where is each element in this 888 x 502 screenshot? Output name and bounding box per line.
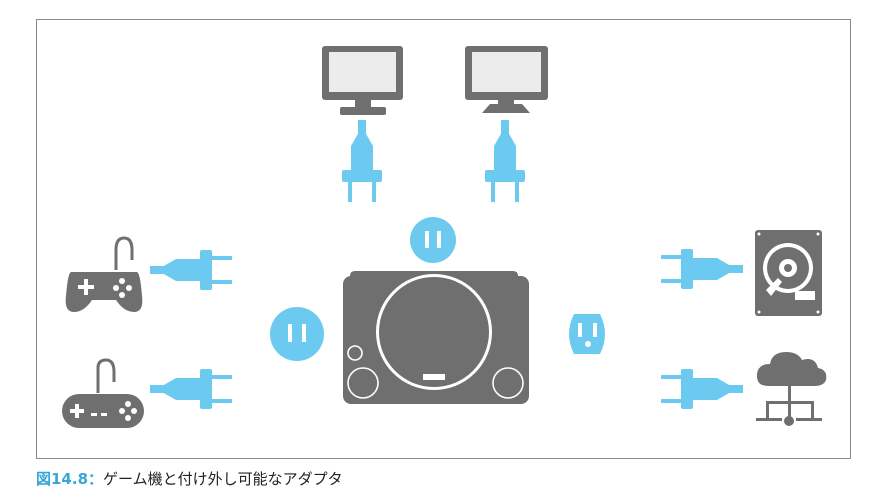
plug-network [661, 369, 743, 409]
adapter-diagram [62, 46, 827, 428]
gamepad-top-icon [65, 236, 143, 312]
plug-monitor-left [342, 120, 382, 202]
monitor-right-icon [465, 46, 548, 113]
network-icon [756, 352, 827, 426]
figure-label: 図14.8： [36, 470, 104, 488]
monitor-left-icon [322, 46, 403, 115]
plug-gamepad-bottom [150, 369, 232, 409]
figure-caption-text: ゲーム機と付け外し可能なアダプタ [103, 470, 343, 488]
socket-left-icon [270, 307, 324, 361]
gamepad-bottom-icon [62, 358, 144, 428]
plug-monitor-right [485, 120, 525, 202]
socket-right-icon [569, 314, 605, 354]
socket-top-icon [410, 217, 456, 263]
figure-caption: 図14.8：ゲーム機と付け外し可能なアダプタ [36, 468, 343, 489]
plug-hard-disk [661, 249, 743, 289]
game-console-icon [343, 271, 529, 404]
hard-disk-icon [755, 230, 822, 316]
plug-gamepad-top [150, 250, 232, 290]
